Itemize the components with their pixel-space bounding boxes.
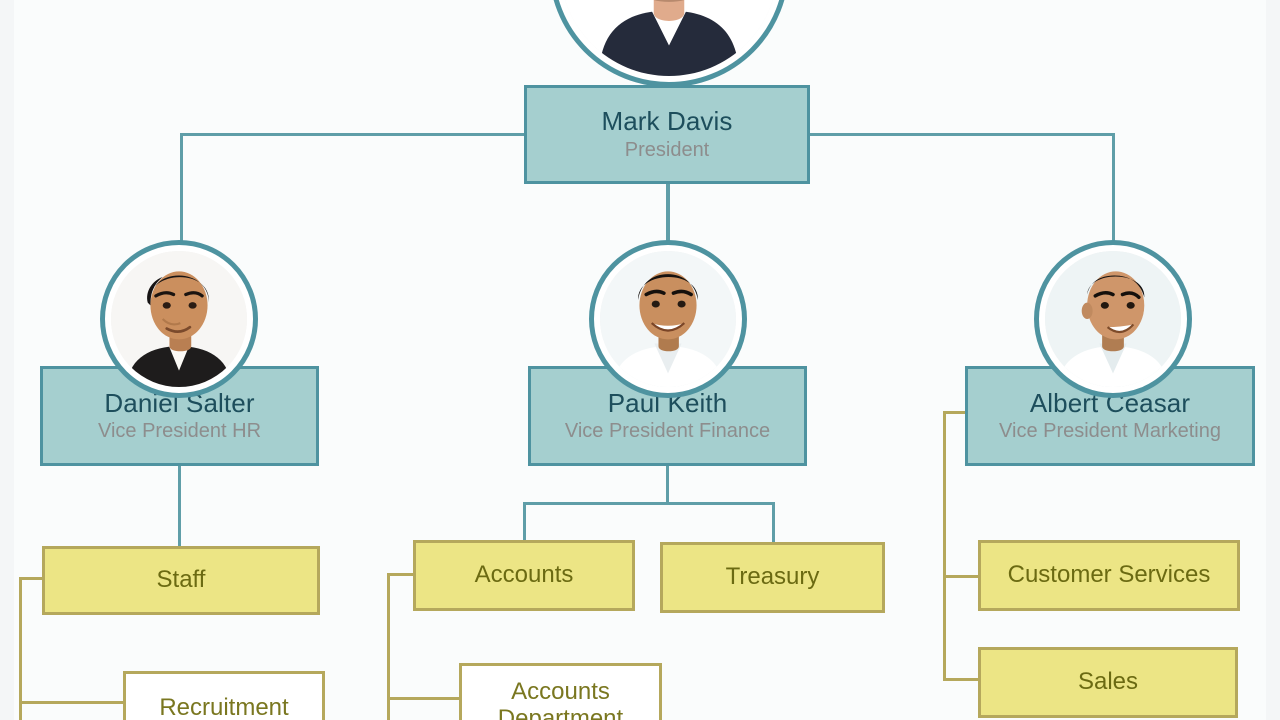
right-gutter — [1266, 0, 1280, 720]
connector-vphr-to-staff — [178, 466, 181, 548]
dept-accounts-department[interactable]: Accounts Department — [459, 663, 662, 720]
connector-president-to-left — [180, 133, 528, 136]
dept-recruitment-label: Recruitment — [159, 694, 289, 720]
vp-marketing-title: Vice President Marketing — [999, 420, 1221, 443]
avatar-albert-ceasar — [1034, 240, 1192, 398]
left-gutter — [0, 0, 14, 720]
connector-hr-subtree-to-recruitment — [19, 701, 126, 704]
avatar-mark-davis — [549, 0, 789, 87]
vp-hr-title: Vice President HR — [97, 420, 262, 443]
photo-mark-davis — [560, 0, 778, 76]
photo-albert-ceasar — [1045, 251, 1181, 387]
dept-staff-label: Staff — [156, 566, 206, 594]
dept-customer-services[interactable]: Customer Services — [978, 540, 1240, 611]
avatar-paul-keith — [589, 240, 747, 398]
connector-vpfinance-stem — [666, 466, 669, 505]
dept-treasury[interactable]: Treasury — [660, 542, 885, 613]
connector-marketing-to-customer-services — [943, 575, 981, 578]
dept-accounts-department-label-line2: Department — [497, 705, 624, 720]
connector-finance-subtree-to-accounts — [387, 573, 415, 576]
dept-sales-label: Sales — [1077, 668, 1139, 696]
dept-accounts-label: Accounts — [474, 561, 574, 589]
photo-daniel-salter — [111, 251, 247, 387]
dept-sales[interactable]: Sales — [978, 647, 1238, 718]
connector-hr-subtree-trunk — [19, 577, 22, 720]
connector-accounts-drop — [523, 502, 526, 542]
connector-marketing-subtree-trunk — [943, 411, 946, 681]
president-title: President — [624, 138, 710, 161]
dept-treasury-label: Treasury — [725, 563, 820, 591]
node-president[interactable]: Mark Davis President — [524, 85, 810, 184]
connector-right-drop — [1112, 133, 1115, 251]
vp-finance-title: Vice President Finance — [564, 420, 771, 443]
connector-marketing-to-sales — [943, 678, 981, 681]
avatar-daniel-salter — [100, 240, 258, 398]
connector-finance-subtree-to-accounts-department — [387, 697, 462, 700]
connector-vpfinance-crossbar — [523, 502, 775, 505]
president-name: Mark Davis — [601, 106, 733, 137]
org-chart-canvas: Mark Davis President Daniel Salter Vice … — [0, 0, 1280, 720]
connector-treasury-drop — [772, 502, 775, 544]
dept-recruitment[interactable]: Recruitment — [123, 671, 325, 720]
connector-president-to-right — [806, 133, 1115, 136]
photo-paul-keith — [600, 251, 736, 387]
dept-customer-services-label: Customer Services — [1007, 561, 1211, 589]
connector-left-drop — [180, 133, 183, 251]
dept-accounts[interactable]: Accounts — [413, 540, 635, 611]
dept-accounts-department-label-line1: Accounts — [511, 678, 610, 706]
dept-staff[interactable]: Staff — [42, 546, 320, 615]
